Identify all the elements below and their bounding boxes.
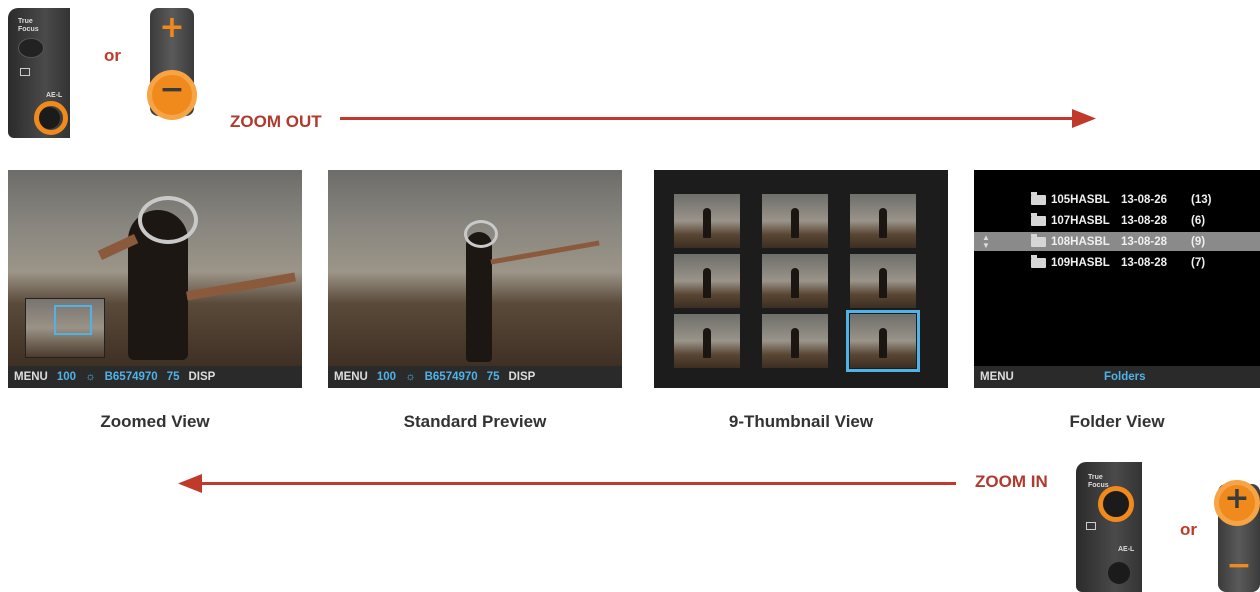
caption-folder-view: Folder View — [1069, 412, 1165, 431]
thumbnail[interactable] — [674, 194, 740, 248]
folder-name: 109HASBL — [1051, 256, 1110, 269]
true-focus-label: True Focus — [18, 18, 39, 33]
helmet — [464, 220, 498, 248]
thumbnail[interactable] — [762, 254, 828, 308]
white-balance-icon: ☼ — [85, 371, 96, 383]
zoom-in-label: ZOOM IN — [975, 472, 1048, 491]
zoom-in-arrow-line — [198, 482, 956, 485]
folder-icon — [1031, 212, 1046, 226]
true-focus-button[interactable] — [18, 38, 44, 58]
file-name: B6574970 — [424, 371, 478, 383]
thumbnail[interactable] — [850, 254, 916, 308]
caption-zoomed-view: Zoomed View — [100, 412, 210, 431]
quality-value: 75 — [486, 371, 500, 383]
folder-name: 108HASBL — [1051, 235, 1110, 248]
folder-name: 107HASBL — [1051, 214, 1110, 227]
plus-icon: + — [159, 10, 185, 45]
folder-icon — [1031, 191, 1046, 205]
scroll-arrows-icon: ▲ ▼ — [982, 232, 990, 250]
folder-row[interactable]: 105HASBL 13-08-26 (13) — [974, 190, 1260, 209]
display-icon — [20, 68, 30, 76]
folder-count: (6) — [1191, 214, 1206, 227]
minus-icon: − — [159, 72, 185, 107]
disp-label[interactable]: DISP — [188, 371, 215, 383]
caption-standard-preview: Standard Preview — [403, 412, 547, 431]
folder-icon — [1031, 233, 1046, 247]
thumbnail[interactable] — [762, 314, 828, 368]
ae-l-highlight-ring — [34, 101, 68, 135]
folder-icon — [1031, 254, 1046, 268]
caption-thumbnail-view: 9-Thumbnail View — [728, 412, 874, 431]
folder-row[interactable]: 109HASBL 13-08-28 (7) — [974, 253, 1260, 272]
file-name: B6574970 — [104, 371, 158, 383]
quality-value: 75 — [166, 371, 180, 383]
zoom-out-label: ZOOM OUT — [230, 112, 322, 131]
navigator-inset — [25, 298, 105, 358]
status-bar: MENU 100 ☼ B6574970 75 DISP — [328, 366, 622, 388]
menu-label[interactable]: MENU — [334, 371, 368, 383]
zoom-out-arrow-line — [340, 117, 1080, 120]
folder-row[interactable]: 107HASBL 13-08-28 (6) — [974, 211, 1260, 230]
true-focus-highlight-ring[interactable] — [1098, 486, 1134, 522]
folder-count: (9) — [1191, 235, 1206, 248]
camera-grip-bottom: True Focus AE-L — [1076, 462, 1142, 592]
zoom-out-arrow-head — [1072, 109, 1096, 128]
folder-date: 13-08-28 — [1121, 256, 1168, 269]
folder-view-screen: 105HASBL 13-08-26 (13) 107HASBL 13-08-28… — [974, 170, 1260, 388]
ae-l-label: AE-L — [46, 92, 63, 99]
folders-mode-label: Folders — [1104, 371, 1146, 383]
status-bar: MENU 100 ☼ B6574970 75 DISP — [8, 366, 302, 388]
folder-date: 13-08-26 — [1121, 193, 1168, 206]
navigator-viewport — [54, 305, 92, 335]
or-label-bottom: or — [1180, 520, 1197, 539]
helmet — [138, 196, 198, 244]
folder-name: 105HASBL — [1051, 193, 1110, 206]
minus-icon: − — [1226, 548, 1252, 583]
white-balance-icon: ☼ — [405, 371, 416, 383]
display-icon — [1086, 522, 1096, 530]
thumbnail[interactable] — [850, 194, 916, 248]
thumbnail-selected[interactable] — [846, 310, 920, 372]
plus-icon: + — [1224, 481, 1250, 516]
or-label-top: or — [104, 46, 121, 65]
folder-count: (13) — [1191, 193, 1212, 206]
thumbnail-grid — [674, 194, 920, 372]
status-bar: MENU Folders — [974, 366, 1260, 388]
thumbnail[interactable] — [674, 314, 740, 368]
menu-label[interactable]: MENU — [14, 371, 48, 383]
ae-l-label: AE-L — [1118, 546, 1135, 553]
zoomed-view-screen: MENU 100 ☼ B6574970 75 DISP — [8, 170, 302, 388]
ae-l-button[interactable] — [1108, 562, 1130, 584]
folder-date: 13-08-28 — [1121, 235, 1168, 248]
iso-value: 100 — [56, 371, 77, 383]
thumbnail-view-screen — [654, 170, 948, 388]
model-figure — [466, 232, 492, 362]
iso-value: 100 — [376, 371, 397, 383]
folder-date: 13-08-28 — [1121, 214, 1168, 227]
thumbnail[interactable] — [674, 254, 740, 308]
menu-label[interactable]: MENU — [980, 371, 1095, 383]
thumbnail[interactable] — [762, 194, 828, 248]
folder-count: (7) — [1191, 256, 1206, 269]
standard-preview-screen: MENU 100 ☼ B6574970 75 DISP — [328, 170, 622, 388]
folder-row-selected[interactable]: ▲ ▼ 108HASBL 13-08-28 (9) — [974, 232, 1260, 251]
disp-label[interactable]: DISP — [508, 371, 535, 383]
